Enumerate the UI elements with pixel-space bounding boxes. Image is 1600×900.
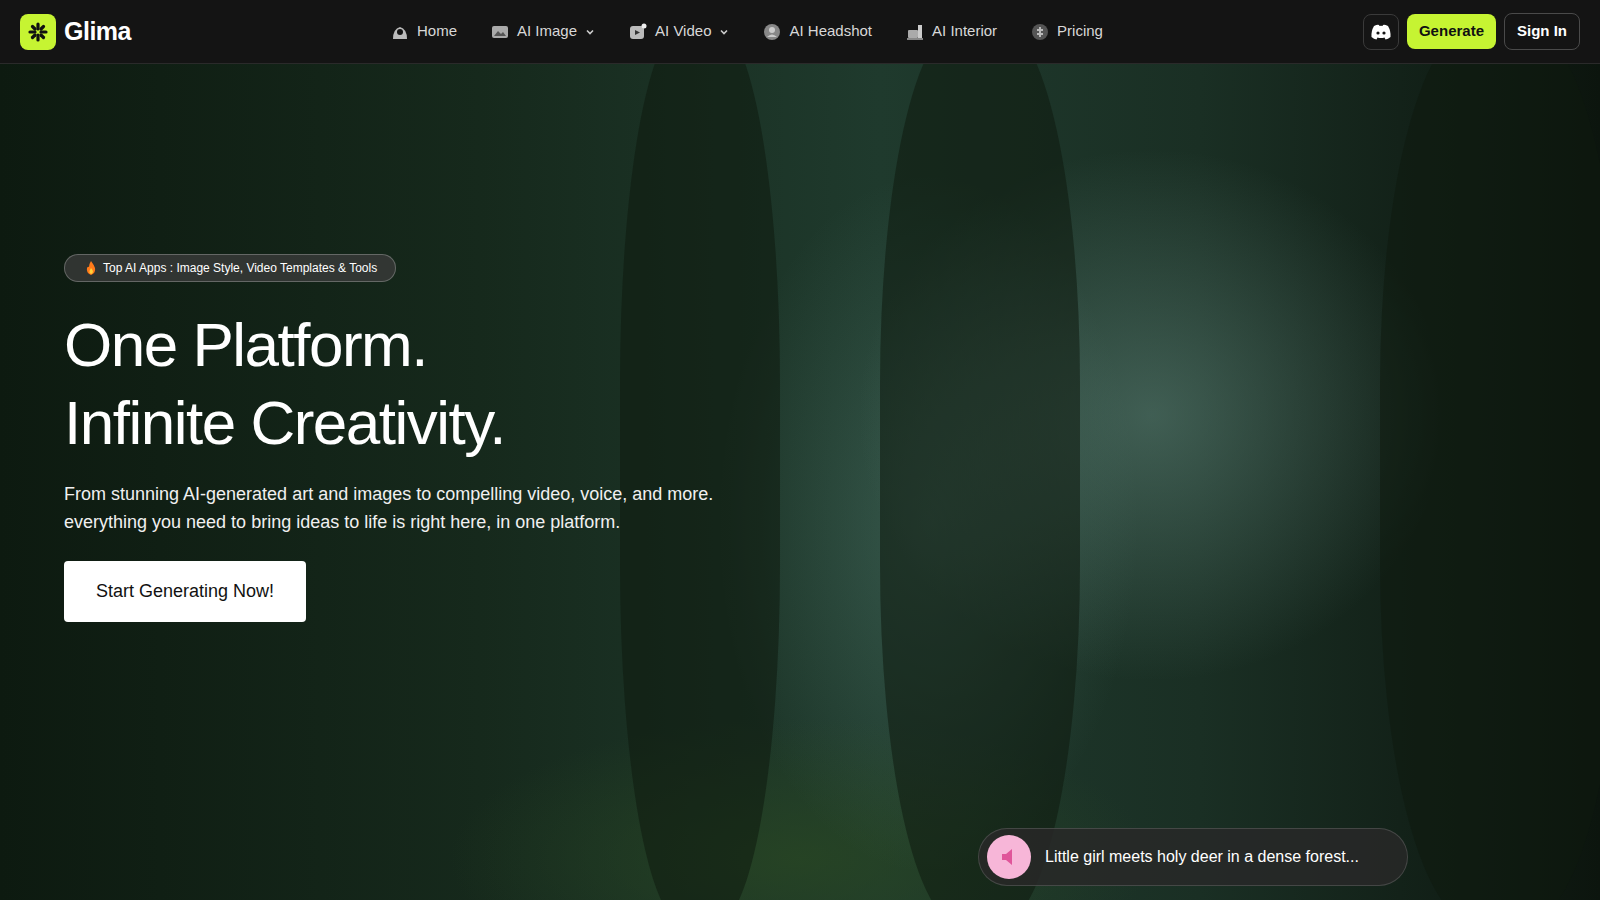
nav-item[interactable]: AI Video <box>629 20 729 43</box>
nav-label: AI Headshot <box>789 20 872 43</box>
caption-pill[interactable]: Little girl meets holy deer in a dense f… <box>978 828 1408 886</box>
title-line: One Platform. <box>64 306 1600 384</box>
start-button[interactable]: Start Generating Now! <box>64 561 306 622</box>
badge-text: Top AI Apps : Image Style, Video Templat… <box>103 259 377 277</box>
discord-icon <box>1371 24 1391 40</box>
tree-shape <box>620 64 780 900</box>
title-line: Infinite Creativity. <box>64 384 1600 462</box>
video-icon <box>629 23 647 41</box>
main-menu: Home AI Image AI Video AI Headshot AI Interi… <box>391 20 1103 43</box>
interior-icon <box>906 23 924 41</box>
logo-icon <box>20 14 56 50</box>
nav-label: AI Image <box>517 20 577 43</box>
nav-item[interactable]: AI Image <box>491 20 595 43</box>
fire-icon <box>85 261 97 275</box>
image-icon <box>491 23 509 41</box>
chevron-down-icon <box>719 27 729 37</box>
nav-item[interactable]: Home <box>391 20 457 43</box>
generate-button[interactable]: Generate <box>1407 14 1496 49</box>
nav-item[interactable]: AI Interior <box>906 20 997 43</box>
tree-shape <box>1380 64 1600 900</box>
hero-text: From stunning AI-generated art and image… <box>64 481 744 537</box>
logo[interactable]: Glima <box>20 13 131 51</box>
hero-image: Top AI Apps : Image Style, Video Templat… <box>0 64 1600 900</box>
hero-title: One Platform.Infinite Creativity. <box>64 306 1600 461</box>
nav-item[interactable]: AI Headshot <box>763 20 872 43</box>
brand-name: Glima <box>64 13 131 51</box>
sign-in-button[interactable]: Sign In <box>1504 13 1580 50</box>
discord-button[interactable] <box>1363 14 1399 50</box>
nav-label: AI Video <box>655 20 711 43</box>
top-navbar: Glima Home AI Image AI Video AI Headshot AI … <box>0 0 1600 64</box>
nav-label: AI Interior <box>932 20 997 43</box>
pricing-icon <box>1031 23 1049 41</box>
tree-shape <box>880 64 1080 900</box>
nav-label: Pricing <box>1057 20 1103 43</box>
speaker-icon <box>987 835 1031 879</box>
nav-item[interactable]: Pricing <box>1031 20 1103 43</box>
chevron-down-icon <box>585 27 595 37</box>
nav-label: Home <box>417 20 457 43</box>
caption-text: Little girl meets holy deer in a dense f… <box>1045 845 1359 869</box>
hero-badge: Top AI Apps : Image Style, Video Templat… <box>64 254 396 282</box>
home-icon <box>391 23 409 41</box>
headshot-icon <box>763 23 781 41</box>
